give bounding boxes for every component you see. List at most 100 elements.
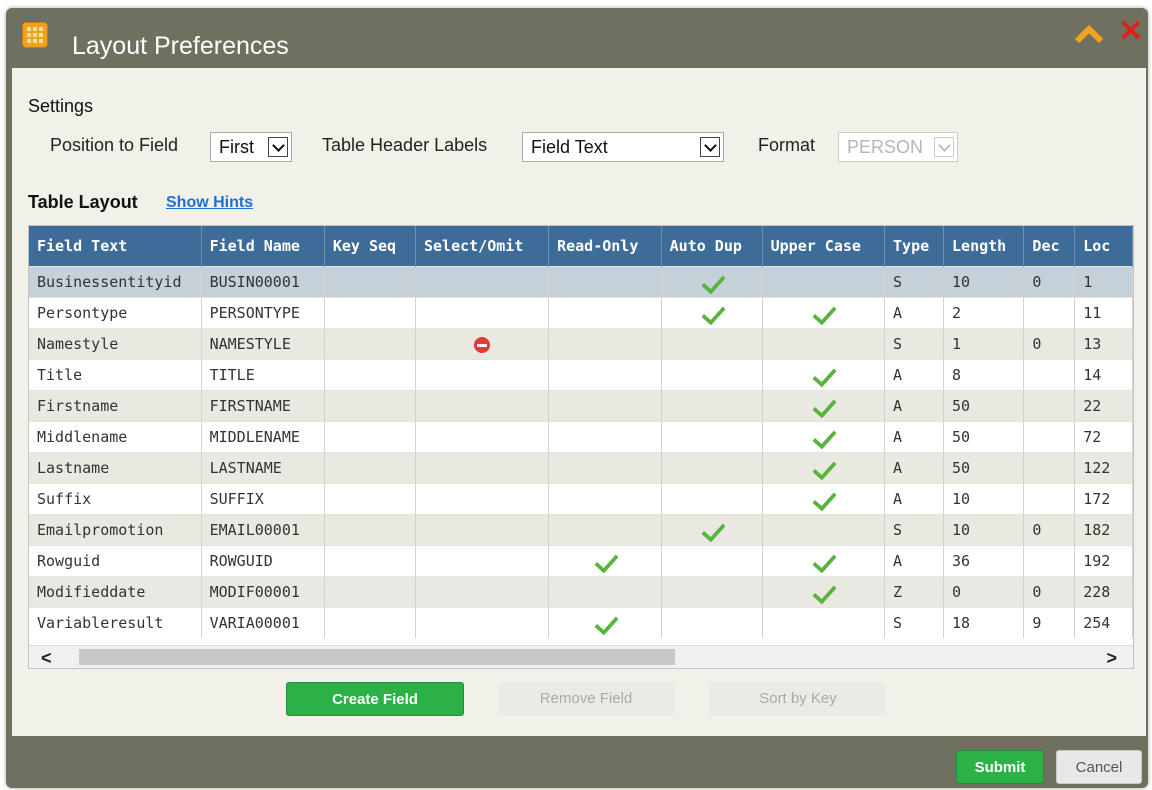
table-row[interactable]: Modifieddate MODIF00001 Z 0 0 228 [29, 576, 1133, 608]
cell-read-only[interactable] [548, 297, 662, 329]
position-to-field-select[interactable]: First [210, 132, 292, 162]
cell-dec[interactable]: 0 [1023, 514, 1076, 546]
cell-upper-case[interactable] [762, 359, 886, 391]
cell-auto-dup[interactable] [661, 328, 763, 360]
cell-auto-dup[interactable] [661, 514, 763, 546]
table-row[interactable]: Rowguid ROWGUID A 36 192 [29, 545, 1133, 577]
cell-auto-dup[interactable] [661, 266, 763, 298]
cell-field-text[interactable]: Variableresult [29, 607, 202, 638]
cell-type[interactable]: A [884, 545, 945, 577]
cell-field-text[interactable]: Persontype [29, 297, 202, 329]
cell-length[interactable]: 10 [943, 514, 1025, 546]
scroll-left-icon[interactable]: < [41, 648, 52, 668]
table-row[interactable]: Persontype PERSONTYPE A 2 11 [29, 297, 1133, 329]
cell-key-seq[interactable] [324, 545, 416, 577]
cell-key-seq[interactable] [324, 607, 416, 638]
cell-upper-case[interactable] [762, 421, 886, 453]
cell-field-text[interactable]: Lastname [29, 452, 202, 484]
cell-select-omit[interactable] [415, 483, 550, 515]
column-header[interactable]: Upper Case [762, 226, 886, 267]
table-row[interactable]: Namestyle NAMESTYLE S 1 0 13 [29, 328, 1133, 360]
cell-dec[interactable]: 9 [1023, 607, 1076, 638]
cell-field-name[interactable]: NAMESTYLE [201, 328, 325, 360]
cell-length[interactable]: 50 [943, 452, 1025, 484]
cell-field-text[interactable]: Middlename [29, 421, 202, 453]
cell-length[interactable]: 50 [943, 390, 1025, 422]
submit-button[interactable]: Submit [956, 750, 1044, 784]
cell-key-seq[interactable] [324, 328, 416, 360]
column-header[interactable]: Field Name [201, 226, 325, 267]
cell-auto-dup[interactable] [661, 607, 763, 638]
cell-type[interactable]: S [884, 607, 945, 638]
column-header[interactable]: Select/Omit [415, 226, 550, 267]
horizontal-scrollbar[interactable]: < > [29, 645, 1133, 668]
cell-upper-case[interactable] [762, 452, 886, 484]
cell-key-seq[interactable] [324, 297, 416, 329]
cell-read-only[interactable] [548, 514, 662, 546]
cell-auto-dup[interactable] [661, 545, 763, 577]
cell-loc[interactable]: 228 [1074, 576, 1133, 608]
column-header[interactable]: Dec [1023, 226, 1076, 267]
cell-length[interactable]: 18 [943, 607, 1025, 638]
cell-field-text[interactable]: Namestyle [29, 328, 202, 360]
cell-field-name[interactable]: TITLE [201, 359, 325, 391]
column-header[interactable]: Loc [1074, 226, 1133, 267]
cell-type[interactable]: S [884, 514, 945, 546]
cell-select-omit[interactable] [415, 297, 550, 329]
cell-key-seq[interactable] [324, 576, 416, 608]
cell-auto-dup[interactable] [661, 297, 763, 329]
cell-dec[interactable] [1023, 297, 1076, 329]
cell-type[interactable]: A [884, 297, 945, 329]
cell-select-omit[interactable] [415, 421, 550, 453]
cell-field-text[interactable]: Firstname [29, 390, 202, 422]
column-header[interactable]: Length [943, 226, 1025, 267]
cell-field-text[interactable]: Modifieddate [29, 576, 202, 608]
close-icon[interactable]: ✕ [1118, 17, 1144, 47]
column-header[interactable]: Type [884, 226, 945, 267]
cell-select-omit[interactable] [415, 390, 550, 422]
table-row[interactable]: Lastname LASTNAME A 50 122 [29, 452, 1133, 484]
title-bar[interactable]: Layout Preferences ✕ [6, 8, 1148, 66]
cell-loc[interactable]: 13 [1074, 328, 1133, 360]
cell-loc[interactable]: 254 [1074, 607, 1133, 638]
cell-read-only[interactable] [548, 266, 662, 298]
cell-key-seq[interactable] [324, 390, 416, 422]
cell-read-only[interactable] [548, 576, 662, 608]
cell-length[interactable]: 1 [943, 328, 1025, 360]
column-header[interactable]: Auto Dup [661, 226, 763, 267]
cell-select-omit[interactable] [415, 514, 550, 546]
table-row[interactable]: Title TITLE A 8 14 [29, 359, 1133, 391]
table-row[interactable]: Businessentityid BUSIN00001 S 10 0 1 [29, 266, 1133, 298]
cell-key-seq[interactable] [324, 483, 416, 515]
cell-loc[interactable]: 22 [1074, 390, 1133, 422]
cell-length[interactable]: 50 [943, 421, 1025, 453]
cell-upper-case[interactable] [762, 266, 886, 298]
cell-loc[interactable]: 172 [1074, 483, 1133, 515]
cell-type[interactable]: A [884, 390, 945, 422]
cell-upper-case[interactable] [762, 514, 886, 546]
cell-read-only[interactable] [548, 483, 662, 515]
cell-field-name[interactable]: MODIF00001 [201, 576, 325, 608]
cell-type[interactable]: A [884, 421, 945, 453]
cell-type[interactable]: A [884, 452, 945, 484]
cell-auto-dup[interactable] [661, 421, 763, 453]
cell-length[interactable]: 8 [943, 359, 1025, 391]
cell-auto-dup[interactable] [661, 483, 763, 515]
cell-field-name[interactable]: FIRSTNAME [201, 390, 325, 422]
cell-length[interactable]: 10 [943, 266, 1025, 298]
cell-field-name[interactable]: MIDDLENAME [201, 421, 325, 453]
cell-auto-dup[interactable] [661, 576, 763, 608]
cell-field-name[interactable]: LASTNAME [201, 452, 325, 484]
create-field-button[interactable]: Create Field [286, 682, 464, 716]
cell-key-seq[interactable] [324, 452, 416, 484]
cell-dec[interactable] [1023, 390, 1076, 422]
cell-loc[interactable]: 122 [1074, 452, 1133, 484]
cell-field-name[interactable]: BUSIN00001 [201, 266, 325, 298]
cell-key-seq[interactable] [324, 421, 416, 453]
cell-loc[interactable]: 182 [1074, 514, 1133, 546]
cell-loc[interactable]: 72 [1074, 421, 1133, 453]
table-row[interactable]: Firstname FIRSTNAME A 50 22 [29, 390, 1133, 422]
cell-select-omit[interactable] [415, 576, 550, 608]
cancel-button[interactable]: Cancel [1056, 750, 1142, 784]
cell-upper-case[interactable] [762, 607, 886, 638]
